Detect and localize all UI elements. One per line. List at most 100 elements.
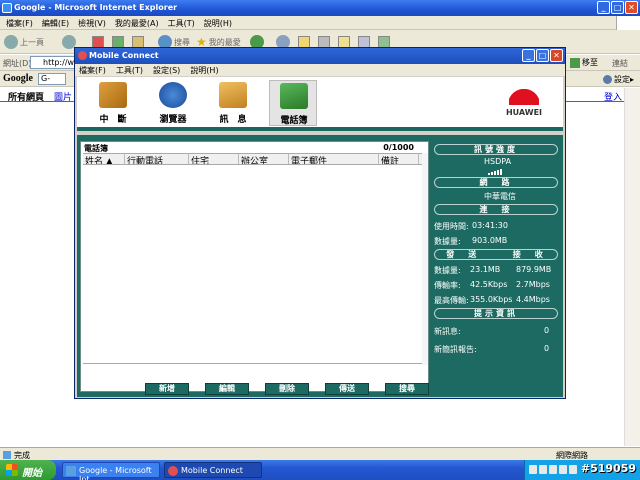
ie-status-bar: 完成 網際網路: [0, 447, 640, 460]
mc-menu-tools[interactable]: 工具(T): [116, 65, 143, 75]
phonebook-scrollbar[interactable]: [422, 153, 428, 365]
start-label: 開始: [22, 468, 42, 479]
data-amount-label: 數據量:: [434, 266, 461, 275]
delete-button[interactable]: 刪除: [265, 383, 309, 395]
sent-amount: 23.1MB: [470, 265, 501, 274]
search-entry-button[interactable]: 搜尋: [385, 383, 429, 395]
phonebook-count: 0/1000: [383, 143, 414, 152]
google-logo: Google: [3, 73, 33, 84]
ie-minimize-button[interactable]: _: [597, 1, 610, 14]
page-scrollbar[interactable]: [624, 88, 640, 446]
data-total-label: 數據量:: [434, 237, 461, 246]
phonebook-button[interactable]: 電話簿: [269, 80, 317, 126]
taskbar-mobile-connect-button[interactable]: Mobile Connect: [164, 462, 262, 478]
recv-header: 接 收: [512, 250, 546, 259]
ie-task-icon: [66, 466, 76, 476]
mc-menu-help[interactable]: 說明(H): [190, 65, 218, 75]
back-label: 上一頁: [20, 37, 44, 47]
col-name[interactable]: 姓名 ▲: [83, 154, 125, 164]
rate-label: 傳輸率:: [434, 281, 461, 290]
huawei-brand: HUAWEI: [505, 108, 543, 117]
mc-menubar: 檔案(F) 工具(T) 設定(S) 說明(H): [75, 64, 565, 76]
google-search-input[interactable]: G-: [38, 73, 66, 85]
links-label[interactable]: 連結: [612, 58, 628, 69]
google-settings-button[interactable]: 設定▸: [602, 74, 634, 85]
network-header: 網 路: [434, 177, 558, 188]
ie-title: Google - Microsoft Internet Explorer: [14, 3, 178, 12]
col-home[interactable]: 住宅: [189, 154, 239, 164]
start-button[interactable]: 開始: [0, 460, 56, 480]
favorites-label: 我的最愛: [208, 37, 241, 47]
system-tray: #519059: [524, 460, 640, 480]
ie-menu-tools[interactable]: 工具(T): [168, 18, 195, 28]
go-button[interactable]: 移至: [570, 56, 610, 69]
mc-body: 電話簿 0/1000 姓名 ▲ 行動電話 住宅 辦公室 電子郵件 備註 新增 編…: [77, 135, 563, 397]
mobile-connect-icon: [78, 51, 87, 60]
huawei-petals-icon: [509, 83, 539, 105]
rate-up: 42.5Kbps: [470, 280, 508, 289]
col-mobile[interactable]: 行動電話: [125, 154, 189, 164]
data-total: 903.0MB: [472, 236, 508, 245]
go-arrow-icon: [570, 57, 580, 68]
taskbar-ie-label: Google - Microsoft Int...: [79, 466, 152, 480]
search-label: 搜尋: [174, 37, 190, 47]
mobile-connect-task-icon: [168, 466, 178, 476]
col-note[interactable]: 備註: [379, 154, 419, 164]
max-down: 4.4Mbps: [516, 295, 550, 304]
phonebook-list[interactable]: [83, 166, 426, 364]
mc-close-button[interactable]: ✕: [550, 49, 563, 62]
mc-minimize-button[interactable]: _: [522, 49, 535, 62]
ie-title-bar: Google - Microsoft Internet Explorer _ □…: [0, 0, 640, 16]
add-button[interactable]: 新增: [145, 383, 189, 395]
send-recv-header: 發 送 接 收: [434, 249, 558, 260]
received-amount: 879.9MB: [516, 265, 552, 274]
taskbar-ie-button[interactable]: Google - Microsoft Int...: [62, 462, 160, 480]
ie-menu-view[interactable]: 檢視(V): [78, 18, 106, 28]
phonebook-label: 電話簿: [280, 116, 308, 126]
phonebook-panel: 電話簿 0/1000 姓名 ▲ 行動電話 住宅 辦公室 電子郵件 備註 新增 編…: [80, 141, 429, 395]
message-button[interactable]: 訊 息: [209, 80, 257, 126]
new-report-label: 新簡訊報告:: [434, 345, 477, 354]
taskbar-mc-label: Mobile Connect: [181, 466, 243, 475]
new-message-label: 新訊息:: [434, 327, 461, 336]
disconnect-label: 中 斷: [99, 115, 127, 125]
tray-icon[interactable]: [549, 465, 557, 474]
ie-icon: [2, 3, 12, 13]
go-label: 移至: [582, 58, 598, 67]
disconnect-button[interactable]: 中 斷: [89, 80, 137, 126]
mc-menu-file[interactable]: 檔案(F): [79, 65, 106, 75]
ie-menu-help[interactable]: 說明(H): [204, 18, 232, 28]
mc-title-bar: Mobile Connect _ □ ✕: [75, 48, 565, 64]
address-label: 網址(D): [3, 59, 32, 68]
watermark: #519059: [580, 462, 636, 475]
info-header: 提示資訊: [434, 308, 558, 319]
disconnect-icon: [99, 82, 127, 108]
windows-logo-icon: [6, 464, 18, 476]
google-settings-label: 設定▸: [613, 75, 634, 84]
network-type: HSDPA: [484, 157, 512, 166]
usage-time-label: 使用時間:: [434, 222, 469, 231]
ie-menu-favorites[interactable]: 我的最愛(A): [115, 18, 159, 28]
col-email[interactable]: 電子郵件: [289, 154, 379, 164]
ie-menu-file[interactable]: 檔案(F): [6, 18, 33, 28]
tray-icon[interactable]: [569, 465, 577, 474]
connect-header: 連 接: [434, 204, 558, 215]
ie-menu-edit[interactable]: 編輯(E): [42, 18, 69, 28]
tray-icon[interactable]: [529, 465, 537, 474]
phonebook-title: 電話簿: [84, 144, 108, 153]
ie-restore-button[interactable]: □: [611, 1, 624, 14]
rate-down: 2.7Mbps: [516, 280, 550, 289]
browser-button[interactable]: 瀏覽器: [149, 80, 197, 126]
phonebook-column-headers: 姓名 ▲ 行動電話 住宅 辦公室 電子郵件 備註: [83, 153, 426, 165]
taskbar: 開始 Google - Microsoft Int... Mobile Conn…: [0, 460, 640, 480]
mc-restore-button[interactable]: □: [536, 49, 549, 62]
mc-menu-settings[interactable]: 設定(S): [153, 65, 180, 75]
col-office[interactable]: 辦公室: [239, 154, 289, 164]
tray-icon[interactable]: [539, 465, 547, 474]
edit-entry-button[interactable]: 編輯: [205, 383, 249, 395]
back-button[interactable]: 上一頁: [4, 34, 44, 50]
tray-icon[interactable]: [559, 465, 567, 474]
status-panel: 訊號強度 HSDPA 網 路 中華電信 連 接 使用時間: 03:41:30 數…: [432, 141, 560, 393]
ie-close-button[interactable]: ✕: [625, 1, 638, 14]
send-button[interactable]: 傳送: [325, 383, 369, 395]
